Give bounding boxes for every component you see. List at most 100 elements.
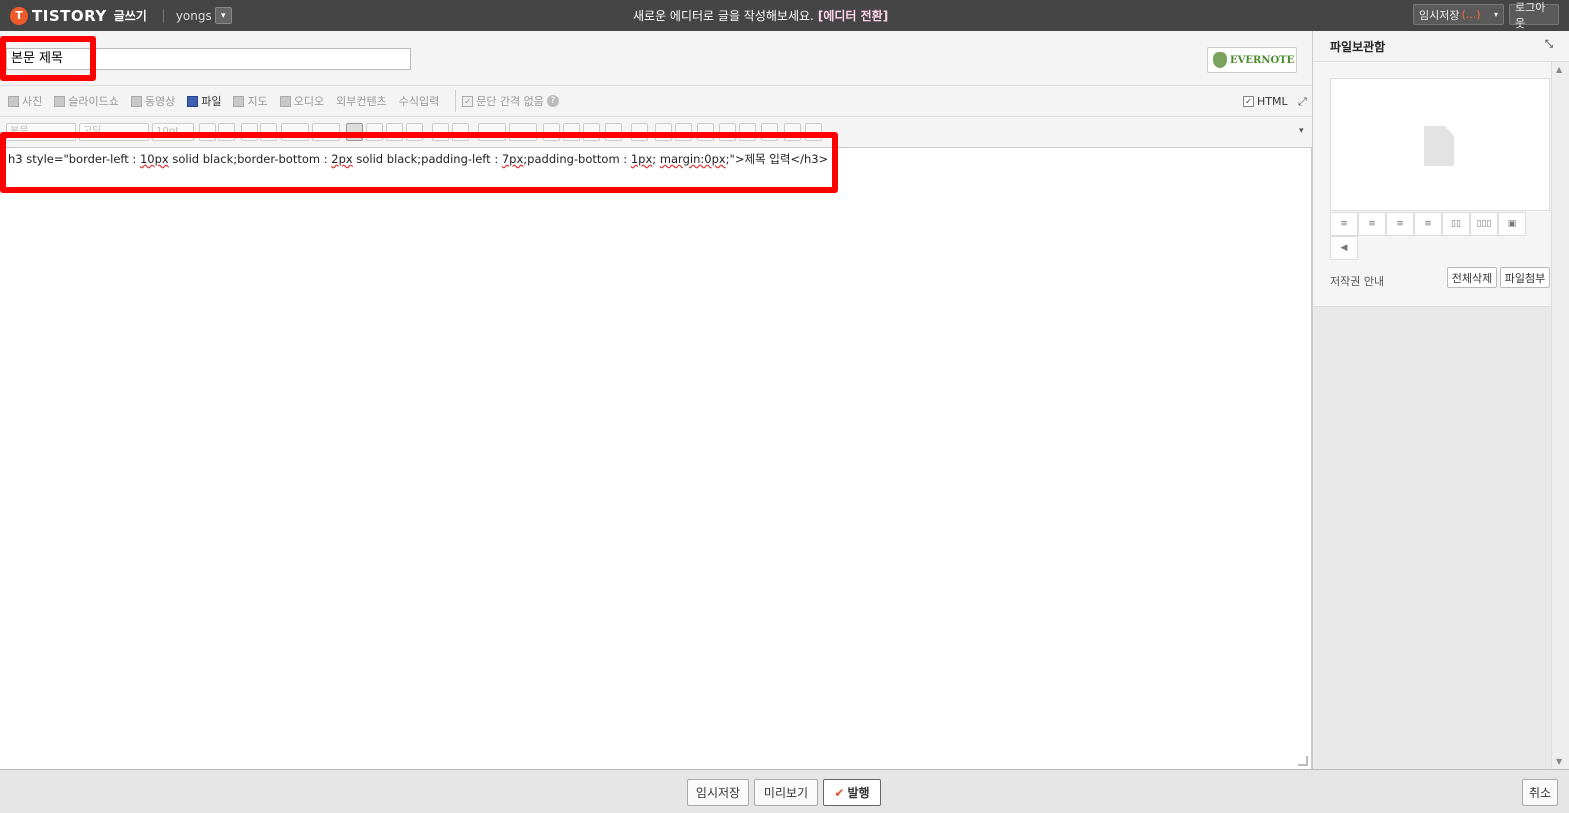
publish-label: 발행 — [847, 786, 870, 800]
slideshow-icon — [54, 95, 66, 107]
font-size-select[interactable]: 10pt — [152, 123, 194, 141]
insert-align-options: ≡ ≡ ≡ ≡ ▯▯ ▯▯▯ ▣ — [1330, 212, 1526, 236]
tistory-logo[interactable]: T TISTORY — [10, 6, 107, 25]
align-center-image-icon[interactable]: ≡ — [1358, 212, 1386, 236]
italic-button[interactable] — [218, 123, 235, 141]
special-char-button[interactable] — [583, 123, 600, 141]
cancel-button[interactable]: 취소 — [1522, 779, 1558, 806]
save-draft-button[interactable]: 임시저장 — [687, 779, 749, 806]
delete-all-button[interactable]: 전체삭제 — [1447, 267, 1497, 288]
emoticon-button[interactable] — [719, 123, 736, 141]
bulleted-list-button[interactable] — [478, 123, 506, 141]
background-color-button[interactable] — [312, 123, 340, 141]
align-justify-button[interactable] — [406, 123, 423, 141]
sidebar-scrollbar[interactable]: ▲ ▼ — [1551, 62, 1569, 769]
tool-label: 수식입력 — [398, 95, 440, 108]
font-family-select[interactable]: 고딕 — [79, 123, 149, 141]
align-left-button[interactable] — [346, 123, 363, 141]
editor-notice: 새로운 에디터로 글을 작성해보세요. [에디터 전환] — [633, 7, 888, 24]
code-text: ;padding-bottom : — [523, 152, 631, 166]
audio-icon[interactable]: ◀ — [1330, 236, 1358, 260]
tool-label: 오디오 — [293, 95, 325, 108]
app-label: 글쓰기 — [113, 9, 147, 23]
insert-file-button[interactable]: 파일 — [187, 93, 221, 109]
text-color-button[interactable] — [281, 123, 309, 141]
box-button[interactable] — [655, 123, 672, 141]
insert-map-button[interactable]: 지도 — [233, 93, 268, 109]
tool-label: 동영상 — [144, 95, 176, 108]
align-right-image-icon[interactable]: ≡ — [1386, 212, 1414, 236]
logout-button[interactable]: 로그아웃 — [1509, 1, 1559, 30]
logo-text: TISTORY — [32, 6, 107, 25]
evernote-button[interactable]: EVERNOTE — [1207, 47, 1297, 73]
tool-label: 외부컨텐츠 — [336, 95, 387, 108]
chevron-down-icon: ▾ — [220, 10, 226, 21]
file-panel: ≡ ≡ ≡ ≡ ▯▯ ▯▯▯ ▣ ◀ 저작권 안내 전체삭제 파일첨부 — [1313, 62, 1551, 307]
publish-button[interactable]: ✔ 발행 — [823, 779, 881, 806]
remove-format-button[interactable] — [761, 123, 778, 141]
underline-button[interactable] — [241, 123, 258, 141]
file-storage-sidebar: 파일보관함 ⤡ ≡ ≡ ≡ ≡ ▯▯ ▯▯▯ ▣ ◀ 저작권 안내 전체삭제 파… — [1312, 31, 1569, 769]
chevron-down-icon: ▾ — [1493, 10, 1498, 19]
strikethrough-button[interactable] — [260, 123, 277, 141]
paragraph-style-select[interactable]: 본문 — [6, 123, 76, 141]
html-mode-toggle[interactable]: ✓ HTML — [1243, 95, 1288, 108]
collapse-icon[interactable]: ⤡ — [1545, 39, 1559, 53]
line-button[interactable] — [675, 123, 692, 141]
help-icon[interactable]: ? — [546, 95, 559, 107]
align-left-image-icon[interactable]: ≡ — [1330, 212, 1358, 236]
chevron-down-icon[interactable]: ▾ — [1299, 126, 1304, 136]
photo-icon — [8, 95, 19, 107]
undo-button[interactable] — [784, 123, 801, 141]
notice-text: 새로운 에디터로 글을 작성해보세요. — [633, 9, 814, 23]
title-input[interactable]: 본문 제목 — [6, 48, 411, 70]
tool-label: 사진 — [22, 95, 43, 108]
divider — [455, 90, 457, 112]
draft-count: (...) — [1461, 8, 1481, 21]
insert-formula-button[interactable]: 수식입력 — [399, 93, 439, 109]
bold-button[interactable] — [199, 123, 216, 141]
insert-align-options-row2: ◀ — [1330, 236, 1358, 260]
more-button[interactable] — [631, 123, 648, 141]
insert-slideshow-button[interactable]: 슬라이드쇼 — [54, 93, 119, 109]
top-bar: T TISTORY 글쓰기 yongs ▾ 새로운 에디터로 글을 작성해보세요… — [0, 0, 1569, 31]
html-editor[interactable]: h3 style="border-left : 10px solid black… — [0, 148, 1312, 769]
table-button[interactable] — [605, 123, 622, 141]
attach-file-button[interactable]: 파일첨부 — [1500, 267, 1550, 288]
scroll-down-icon[interactable]: ▼ — [1556, 757, 1562, 766]
numbered-list-button[interactable] — [509, 123, 537, 141]
insert-external-content-button[interactable]: 외부컨텐츠 — [336, 93, 387, 109]
outdent-button[interactable] — [452, 123, 469, 141]
editor-switch-link[interactable]: [에디터 전환] — [818, 9, 888, 23]
insert-video-button[interactable]: 동영상 — [130, 93, 176, 109]
no-paragraph-spacing-toggle[interactable]: ✓ 문단 간격 없음 ? — [462, 93, 559, 109]
fullscreen-icon[interactable]: ⤢ — [1298, 95, 1307, 109]
redo-button[interactable] — [805, 123, 822, 141]
code-text: solid black;padding-left : — [352, 152, 502, 166]
title-row: 본문 제목 EVERNOTE — [0, 31, 1312, 86]
blog-switch-dropdown[interactable]: ▾ — [214, 7, 232, 24]
link-button[interactable] — [543, 123, 560, 141]
insert-audio-button[interactable]: 오디오 — [279, 93, 325, 109]
code-text: ; — [652, 152, 660, 166]
indent-button[interactable] — [432, 123, 449, 141]
draft-list-button[interactable]: 임시저장 (...) ▾ — [1413, 4, 1504, 25]
evernote-icon — [1213, 52, 1227, 68]
html-source[interactable]: h3 style="border-left : 10px solid black… — [8, 151, 828, 167]
wrap-left-icon[interactable]: ≡ — [1414, 212, 1442, 236]
copyright-guide-link[interactable]: 저작권 안내 — [1330, 273, 1384, 289]
quote-button[interactable] — [563, 123, 580, 141]
preview-button[interactable]: 미리보기 — [754, 779, 818, 806]
scroll-up-icon[interactable]: ▲ — [1556, 65, 1562, 74]
checkbox-icon: ✓ — [462, 95, 474, 107]
insert-photo-button[interactable]: 사진 — [8, 93, 42, 109]
two-column-icon[interactable]: ▯▯ — [1442, 212, 1470, 236]
resize-handle[interactable] — [1298, 756, 1308, 766]
align-right-button[interactable] — [386, 123, 403, 141]
spellcheck-button[interactable] — [739, 123, 756, 141]
align-center-button[interactable] — [366, 123, 383, 141]
code-text: 1px — [630, 152, 653, 166]
three-column-icon[interactable]: ▯▯▯ — [1470, 212, 1498, 236]
slideshow-icon[interactable]: ▣ — [1498, 212, 1526, 236]
page-break-button[interactable] — [697, 123, 714, 141]
